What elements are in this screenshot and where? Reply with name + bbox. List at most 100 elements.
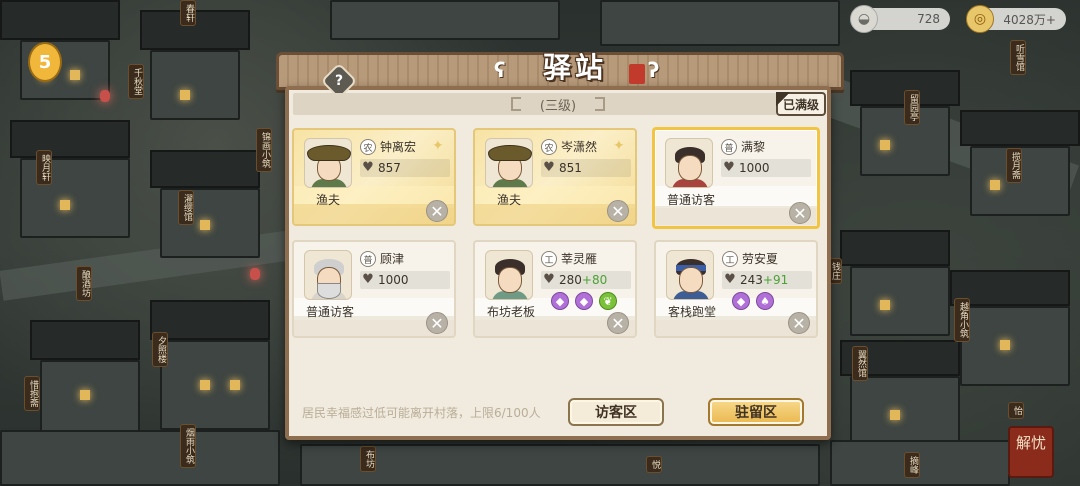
dismiss-button[interactable]: ✕ bbox=[607, 312, 629, 334]
heart-icon: ♥ bbox=[543, 272, 555, 287]
map-sign[interactable]: 翼然馆 bbox=[852, 346, 868, 381]
resident-name: 劳安夏 bbox=[742, 252, 779, 266]
map-sign[interactable]: 怡 bbox=[1008, 402, 1024, 419]
dismiss-button[interactable]: ✕ bbox=[789, 202, 811, 224]
resident-name: 顾津 bbox=[380, 252, 405, 266]
heart-icon: ♥ bbox=[543, 160, 555, 175]
worries-seal-button[interactable]: 解忧 bbox=[1008, 426, 1054, 478]
dismiss-button[interactable]: ✕ bbox=[788, 312, 810, 334]
trait-purple-icon[interactable]: ◆ bbox=[551, 292, 569, 310]
level-bar: (三级) bbox=[293, 93, 823, 115]
avatar-face bbox=[678, 155, 702, 181]
straw-hat-icon bbox=[307, 145, 351, 161]
map-sign[interactable]: 悦 bbox=[646, 456, 662, 473]
close-icon: ✕ bbox=[611, 201, 625, 221]
title-seal-tag bbox=[629, 64, 645, 84]
trait-purple-icon[interactable]: ◆ bbox=[732, 292, 750, 310]
copper-coin-icon: ◎ bbox=[966, 5, 994, 33]
bracket-right-icon bbox=[595, 97, 605, 111]
map-sign[interactable]: 春轩 bbox=[180, 0, 196, 26]
happiness-row: ♥ 1000 bbox=[360, 271, 450, 289]
resident-name: 莘灵雁 bbox=[561, 252, 598, 266]
heart-icon: ♥ bbox=[362, 160, 374, 175]
map-sign[interactable]: 千秋堂 bbox=[128, 64, 144, 99]
map-sign[interactable]: 惜抱斋 bbox=[24, 376, 40, 411]
map-sign[interactable]: 揽月斋 bbox=[1006, 148, 1022, 183]
heart-icon: ♥ bbox=[362, 272, 374, 287]
coin-counter[interactable]: ◎ 4028万+ bbox=[966, 5, 1066, 33]
maxed-label: 已满级 bbox=[782, 97, 819, 112]
class-tag: 农 bbox=[541, 139, 557, 155]
resident-name: 岑潇然 bbox=[561, 140, 598, 154]
happiness-value: 857 bbox=[378, 161, 401, 175]
resident-card[interactable]: 普 满黎 ♥ 1000 普通访客 ✕ bbox=[652, 127, 820, 229]
map-sign[interactable]: 听雪馆 bbox=[1010, 40, 1026, 75]
happiness-value: 280 bbox=[559, 273, 582, 287]
resident-card[interactable]: 工 莘灵雁 ♥ 280 +80 ◆ ◆ ❦ 布坊老板 ✕ bbox=[473, 240, 637, 338]
avatar-face bbox=[498, 267, 522, 293]
map-sign[interactable]: 映月轩 bbox=[36, 150, 52, 185]
resident-area-button[interactable]: 驻留区 bbox=[708, 398, 804, 426]
map-sign[interactable]: 布坊 bbox=[360, 446, 376, 472]
avatar-beard bbox=[317, 283, 341, 299]
map-sign[interactable]: 留园亭 bbox=[904, 90, 920, 125]
happiness-row: ♥ 1000 bbox=[721, 159, 811, 177]
resident-role: 客栈跑堂 bbox=[668, 305, 717, 319]
panel-title: 驿站 bbox=[542, 51, 607, 84]
trait-purple-icon[interactable]: ♠ bbox=[756, 292, 774, 310]
map-sign[interactable]: 夕照楼 bbox=[152, 332, 168, 367]
map-sign[interactable]: 摘峰 bbox=[904, 452, 920, 478]
close-icon: ✕ bbox=[792, 313, 806, 333]
right-swirl-ornament: ʔ bbox=[648, 58, 660, 82]
map-sign[interactable]: 濯缨馆 bbox=[178, 190, 194, 225]
capacity-hint: 居民幸福感过低可能离开村落，上限6/100人 bbox=[302, 406, 541, 420]
sparkle-icon: ✦ bbox=[432, 138, 444, 154]
maxed-badge: 已满级 bbox=[776, 92, 826, 116]
map-sign[interactable]: 烟雨小筑 bbox=[180, 424, 196, 468]
resident-card[interactable]: 工 劳安夏 ♥ 243 +91 ◆ ♠ 客栈跑堂 ✕ bbox=[654, 240, 818, 338]
class-tag: 普 bbox=[721, 139, 737, 155]
map-sign[interactable]: 越角小筑 bbox=[954, 298, 970, 342]
happiness-bonus: +80 bbox=[581, 273, 608, 287]
happiness-value: 1000 bbox=[378, 273, 409, 287]
trait-green-icon[interactable]: ❦ bbox=[599, 292, 617, 310]
question-icon: ? bbox=[334, 73, 344, 89]
happiness-row: ♥ 243 +91 bbox=[722, 271, 812, 289]
resident-role: 渔夫 bbox=[316, 193, 341, 207]
happiness-row: ♥ 857 bbox=[360, 159, 450, 177]
sparkle-icon: ✦ bbox=[613, 138, 625, 154]
close-icon: ✕ bbox=[611, 313, 625, 333]
dismiss-button[interactable]: ✕ bbox=[607, 200, 629, 222]
happiness-row: ♥ 851 bbox=[541, 159, 631, 177]
resident-name: 钟离宏 bbox=[380, 140, 417, 154]
resident-role: 渔夫 bbox=[497, 193, 522, 207]
silver-value: 728 bbox=[917, 12, 940, 26]
happiness-bonus: +91 bbox=[762, 273, 789, 287]
resident-role: 普通访客 bbox=[306, 305, 355, 319]
visitor-area-button[interactable]: 访客区 bbox=[568, 398, 664, 426]
dismiss-button[interactable]: ✕ bbox=[426, 312, 448, 334]
class-tag: 工 bbox=[722, 251, 738, 267]
map-sign[interactable]: 酿酒坊 bbox=[76, 266, 92, 301]
resident-card[interactable]: 农 岑潇然 ♥ 851 渔夫 ✦ ✕ bbox=[473, 128, 637, 226]
avatar bbox=[485, 138, 533, 188]
avatar bbox=[485, 250, 533, 300]
class-tag: 农 bbox=[360, 139, 376, 155]
map-sign[interactable]: 锦画小筑 bbox=[256, 128, 272, 172]
dismiss-button[interactable]: ✕ bbox=[426, 200, 448, 222]
level-label: (三级) bbox=[539, 98, 577, 114]
resident-name: 满黎 bbox=[741, 140, 766, 154]
silver-counter[interactable]: ◒ 728 bbox=[850, 5, 950, 33]
event-badge-icon[interactable]: 5 bbox=[28, 42, 62, 82]
straw-hat-icon bbox=[488, 145, 532, 161]
class-tag: 普 bbox=[360, 251, 376, 267]
resident-card[interactable]: 农 钟离宏 ♥ 857 渔夫 ✦ ✕ bbox=[292, 128, 456, 226]
happiness-value: 851 bbox=[559, 161, 582, 175]
happiness-value: 243 bbox=[740, 273, 763, 287]
heart-icon: ♥ bbox=[723, 160, 735, 175]
avatar bbox=[304, 250, 352, 300]
trait-purple-icon[interactable]: ◆ bbox=[575, 292, 593, 310]
happiness-row: ♥ 280 +80 bbox=[541, 271, 631, 289]
class-tag: 工 bbox=[541, 251, 557, 267]
resident-card[interactable]: 普 顾津 ♥ 1000 普通访客 ✕ bbox=[292, 240, 456, 338]
